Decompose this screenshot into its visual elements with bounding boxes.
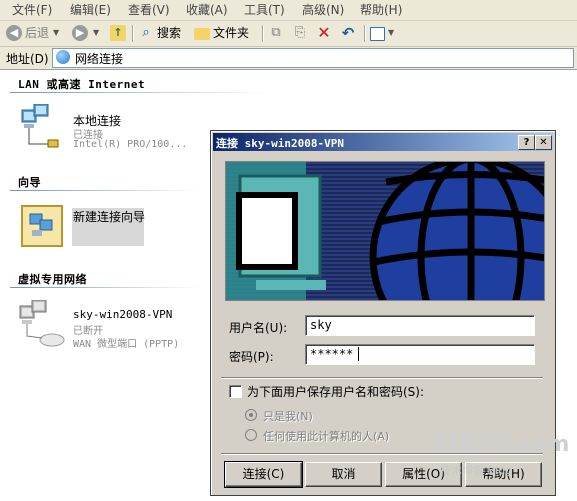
watermark-logo: 51CTO.com: [430, 432, 570, 457]
forward-button[interactable]: ▶ ▼: [72, 24, 99, 42]
cancel-button[interactable]: 取消: [305, 462, 382, 487]
views-button[interactable]: ▼: [370, 24, 394, 42]
move-to-icon: ⧉: [271, 25, 281, 40]
menu-favorites[interactable]: 收藏(A): [186, 2, 228, 18]
folders-label: 文件夹: [213, 26, 250, 40]
new-connection-wizard-icon[interactable]: [20, 204, 64, 248]
password-value: ******: [310, 347, 354, 361]
dropdown-icon: ▼: [388, 28, 395, 37]
menu-tools[interactable]: 工具(T): [244, 2, 285, 18]
group-vpn-heading: 虚拟专用网络: [18, 273, 87, 286]
address-value: 网络连接: [75, 52, 124, 66]
username-label: 用户名(U):: [229, 321, 288, 335]
menu-help[interactable]: 帮助(H): [360, 2, 402, 18]
vpn-connection-icon[interactable]: [18, 299, 65, 347]
radio-anyone-label: 任何使用此计算机的人(A): [263, 430, 390, 443]
delete-x-icon: ✕: [317, 23, 331, 42]
menu-advanced[interactable]: 高级(N): [302, 2, 344, 18]
password-label: 密码(P):: [229, 350, 274, 364]
move-to-button[interactable]: ⧉: [268, 24, 287, 42]
dialog-title: 连接 sky-win2008-VPN: [216, 137, 344, 150]
menu-edit[interactable]: 编辑(E): [70, 2, 111, 18]
delete-button[interactable]: ✕: [316, 24, 335, 42]
dialog-separator: [221, 377, 543, 379]
radio-only-me[interactable]: [245, 409, 257, 421]
folders-button[interactable]: 文件夹: [194, 24, 249, 42]
back-arrow-icon: ◀: [6, 25, 22, 41]
address-field[interactable]: 网络连接: [52, 48, 574, 68]
undo-button[interactable]: ↶: [340, 24, 359, 42]
password-field[interactable]: ******: [305, 344, 535, 365]
group-lan-heading: LAN 或高速 Internet: [18, 78, 146, 91]
save-credentials-label: 为下面用户保存用户名和密码(S):: [247, 385, 425, 399]
address-label: 地址(D): [6, 52, 49, 66]
search-label: 搜索: [157, 26, 182, 40]
dialog-titlebar[interactable]: 连接 sky-win2008-VPN ? ✕: [213, 133, 553, 151]
back-label: 后退: [25, 26, 50, 40]
group-divider: [10, 287, 200, 288]
search-icon: ⌕: [142, 25, 150, 40]
save-credentials-checkbox[interactable]: [229, 385, 242, 398]
radio-anyone[interactable]: [245, 429, 257, 441]
copy-to-icon: ⎘: [294, 25, 306, 40]
lan-connection-icon[interactable]: [18, 103, 62, 148]
undo-icon: ↶: [341, 24, 355, 42]
toolbar: ◀ 后退 ▼ ▶ ▼ ↑ ⌕ 搜索 文件夹 ⧉ ⎘ ✕ ↶ ▼: [0, 21, 577, 47]
back-button[interactable]: ◀ 后退 ▼: [6, 24, 59, 42]
menu-bar: 文件(F) 编辑(E) 查看(V) 收藏(A) 工具(T) 高级(N) 帮助(H…: [0, 0, 577, 21]
watermark-subtitle: 技术博客 Blog: [440, 464, 512, 477]
up-folder-button[interactable]: ↑: [110, 24, 129, 42]
address-bar: 地址(D) 网络连接: [0, 47, 577, 70]
menu-file[interactable]: 文件(F): [12, 2, 52, 18]
close-button[interactable]: ✕: [535, 135, 552, 150]
help-title-button[interactable]: ?: [518, 135, 535, 150]
dropdown-icon: ▼: [53, 28, 60, 37]
dropdown-icon: ▼: [93, 28, 100, 37]
radio-only-me-label: 只是我(N): [263, 410, 313, 423]
dialog-banner-image: [225, 161, 545, 301]
local-connection-device: Intel(R) PRO/100...: [73, 139, 188, 150]
connect-button[interactable]: 连接(C): [224, 461, 303, 488]
forward-arrow-icon: ▶: [72, 25, 88, 41]
folder-icon: [194, 28, 210, 40]
menu-view[interactable]: 查看(V): [128, 2, 170, 18]
text-caret: [358, 347, 359, 361]
new-connection-wizard-name[interactable]: 新建连接向导: [73, 208, 145, 225]
views-icon: [370, 26, 385, 41]
username-value: sky: [310, 318, 332, 332]
copy-to-button[interactable]: ⎘: [292, 24, 311, 42]
up-folder-icon: ↑: [110, 25, 126, 41]
username-field[interactable]: sky: [305, 315, 535, 336]
group-divider: [10, 190, 200, 191]
vpn-connection-name[interactable]: sky-win2008-VPN: [73, 308, 172, 321]
group-divider: [10, 92, 270, 93]
vpn-connection-device: WAN 微型端口 (PPTP): [73, 339, 180, 350]
network-globe-icon: [56, 50, 70, 64]
group-wizard-heading: 向导: [18, 176, 41, 189]
search-button[interactable]: ⌕ 搜索: [138, 24, 181, 42]
